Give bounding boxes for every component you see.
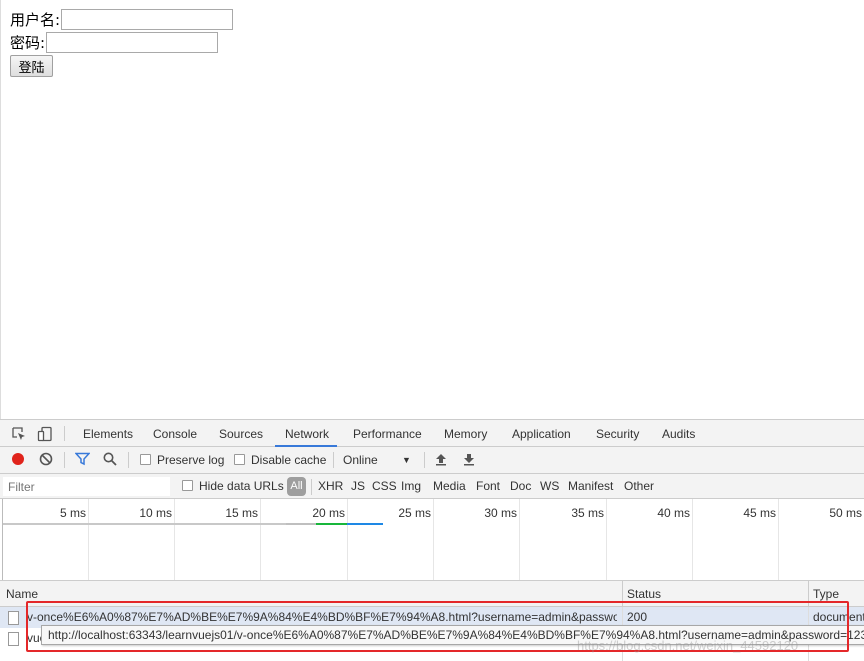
column-divider[interactable] xyxy=(622,581,623,607)
filter-css[interactable]: CSS xyxy=(372,474,397,498)
username-input[interactable] xyxy=(61,9,234,30)
tab-audits[interactable]: Audits xyxy=(662,420,695,446)
throttling-select[interactable]: Online xyxy=(343,447,378,473)
column-header-type[interactable]: Type xyxy=(813,581,839,606)
tab-memory[interactable]: Memory xyxy=(444,420,487,446)
filter-js[interactable]: JS xyxy=(351,474,365,498)
username-row: 用户名: xyxy=(10,9,234,30)
checkbox-icon xyxy=(140,454,151,465)
tab-elements[interactable]: Elements xyxy=(83,420,133,446)
search-icon[interactable] xyxy=(103,447,117,473)
filter-manifest[interactable]: Manifest xyxy=(568,474,613,498)
network-filterbar: Hide data URLs All XHR JS CSS Img Media … xyxy=(0,474,864,499)
password-input[interactable] xyxy=(46,32,219,53)
chevron-down-icon[interactable]: ▼ xyxy=(402,447,411,473)
password-row: 密码: xyxy=(10,32,219,53)
hide-data-urls-checkbox[interactable]: Hide data URLs xyxy=(182,474,284,498)
filter-icon[interactable] xyxy=(74,447,91,473)
document-icon xyxy=(8,632,19,646)
hide-data-urls-label: Hide data URLs xyxy=(199,479,284,493)
checkbox-icon xyxy=(234,454,245,465)
timeline-tick-label: 25 ms xyxy=(398,506,431,520)
requests-table-header: Name Status Type xyxy=(0,581,864,607)
filter-ws[interactable]: WS xyxy=(540,474,559,498)
timeline-waiting-bar xyxy=(316,523,347,525)
device-toolbar-icon[interactable] xyxy=(37,426,53,442)
filter-other[interactable]: Other xyxy=(624,474,654,498)
disable-cache-checkbox[interactable]: Disable cache xyxy=(234,447,326,473)
filter-img[interactable]: Img xyxy=(401,474,421,498)
toolbar-separator xyxy=(333,452,334,468)
timeline-request-bar xyxy=(3,523,286,525)
devtools-tabbar: Elements Console Sources Network Perform… xyxy=(0,420,864,447)
filter-xhr[interactable]: XHR xyxy=(318,474,343,498)
record-button[interactable] xyxy=(11,447,25,473)
checkbox-icon xyxy=(182,480,193,491)
tab-application[interactable]: Application xyxy=(512,420,571,446)
filter-media[interactable]: Media xyxy=(433,474,466,498)
clear-icon[interactable] xyxy=(39,447,53,473)
preserve-log-checkbox[interactable]: Preserve log xyxy=(140,447,224,473)
timeline-gridline xyxy=(260,499,261,580)
timeline-request-bar xyxy=(286,523,316,525)
timeline-tick-label: 50 ms xyxy=(829,506,862,520)
network-toolbar: Preserve log Disable cache Online ▼ xyxy=(0,447,864,474)
timeline-gridline xyxy=(433,499,434,580)
disable-cache-label: Disable cache xyxy=(251,453,327,467)
timeline-download-bar xyxy=(347,523,383,525)
username-label: 用户名: xyxy=(10,11,61,29)
timeline-tick-label: 35 ms xyxy=(571,506,604,520)
timeline-gridline xyxy=(347,499,348,580)
timeline-tick-label: 15 ms xyxy=(225,506,258,520)
timeline-start-line xyxy=(2,499,3,580)
timeline-gridline xyxy=(88,499,89,580)
tab-performance[interactable]: Performance xyxy=(353,420,422,446)
tab-network[interactable]: Network xyxy=(274,420,338,447)
filter-input[interactable] xyxy=(3,477,170,496)
tab-security[interactable]: Security xyxy=(596,420,639,446)
page-left-border xyxy=(0,0,1,419)
timeline-tick-label: 10 ms xyxy=(139,506,172,520)
rendered-page: 用户名: 密码: 登陆 xyxy=(0,0,864,419)
password-label: 密码: xyxy=(10,34,46,52)
tabbar-separator xyxy=(64,426,65,441)
timeline-gridline xyxy=(778,499,779,580)
timeline-tick-label: 20 ms xyxy=(312,506,345,520)
tab-sources[interactable]: Sources xyxy=(219,420,263,446)
watermark-text: https://blog.csdn.net/weixin_44592120 xyxy=(577,638,799,653)
filter-font[interactable]: Font xyxy=(476,474,500,498)
column-header-status[interactable]: Status xyxy=(627,581,661,606)
throttling-value: Online xyxy=(343,453,378,467)
column-header-name[interactable]: Name xyxy=(6,581,38,606)
toolbar-separator xyxy=(128,452,129,468)
login-button[interactable]: 登陆 xyxy=(10,55,53,77)
filter-separator xyxy=(311,479,312,495)
toolbar-separator xyxy=(64,452,65,468)
timeline-tick-label: 40 ms xyxy=(657,506,690,520)
column-divider[interactable] xyxy=(808,581,809,607)
export-har-icon[interactable] xyxy=(463,447,475,473)
toolbar-separator xyxy=(424,452,425,468)
document-icon xyxy=(8,611,19,625)
filter-doc[interactable]: Doc xyxy=(510,474,531,498)
preserve-log-label: Preserve log xyxy=(157,453,225,467)
timeline-gridline xyxy=(174,499,175,580)
timeline-tick-label: 30 ms xyxy=(484,506,517,520)
tab-console[interactable]: Console xyxy=(153,420,197,446)
timeline-gridline xyxy=(519,499,520,580)
inspect-element-icon[interactable] xyxy=(11,426,27,442)
timeline-tick-label: 45 ms xyxy=(743,506,776,520)
network-overview-timeline[interactable]: 5 ms 10 ms 15 ms 20 ms 25 ms 30 ms 35 ms… xyxy=(0,499,864,581)
timeline-gridline xyxy=(606,499,607,580)
import-har-icon[interactable] xyxy=(435,447,447,473)
timeline-tick-label: 5 ms xyxy=(59,506,86,520)
filter-all-button[interactable]: All xyxy=(287,477,306,496)
timeline-gridline xyxy=(692,499,693,580)
